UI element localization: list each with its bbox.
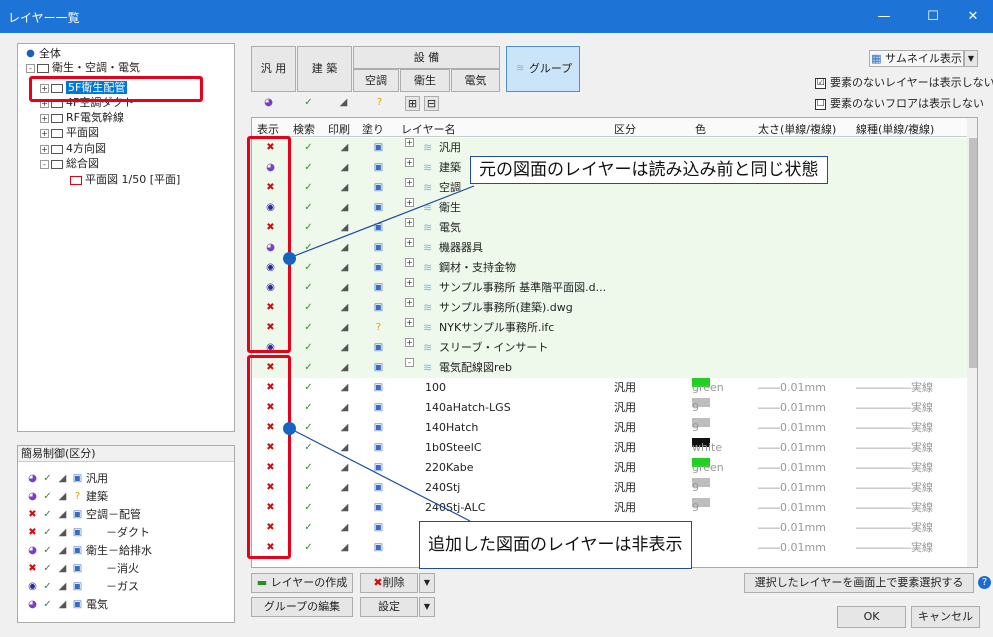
callout-bottom: 追加した図面のレイヤーは非表示 <box>419 521 692 569</box>
settings-button[interactable]: 設定 <box>360 597 418 617</box>
delete-icon: ✖ <box>373 576 383 589</box>
callout-dot <box>283 422 296 435</box>
callout-dot <box>283 252 296 265</box>
settings-dropdown[interactable]: ▼ <box>419 597 435 617</box>
delete-dropdown[interactable]: ▼ <box>419 573 435 593</box>
cancel-button[interactable]: キャンセル <box>911 606 980 628</box>
create-layer-icon: ▬ <box>256 576 271 589</box>
help-icon[interactable]: ? <box>978 576 991 589</box>
ok-button[interactable]: OK <box>837 606 906 628</box>
callout-top: 元の図面のレイヤーは読み込み前と同じ状態 <box>470 156 828 184</box>
select-layer-elements-button[interactable]: 選択したレイヤーを画面上で要素選択する <box>744 573 974 593</box>
delete-button[interactable]: ✖削除 <box>360 573 418 593</box>
create-layer-button[interactable]: ▬ レイヤーの作成 <box>251 573 353 593</box>
edit-group-button[interactable]: グループの編集 <box>251 597 353 617</box>
